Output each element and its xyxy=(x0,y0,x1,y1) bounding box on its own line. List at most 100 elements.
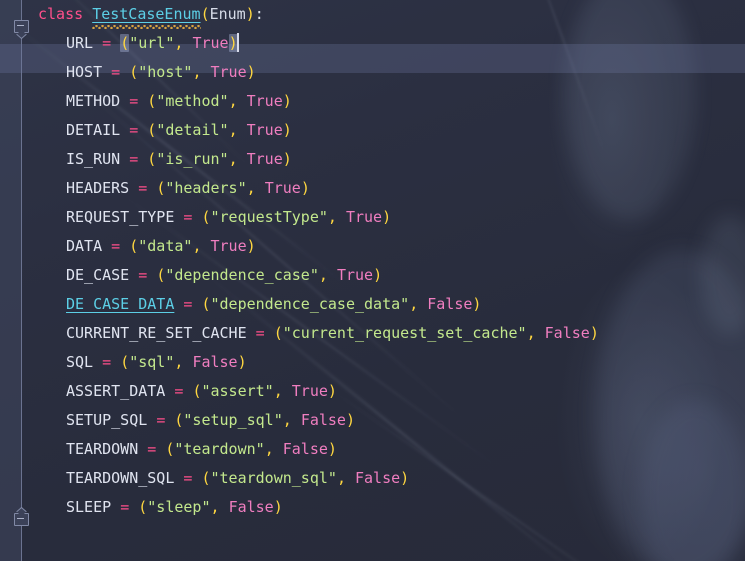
code-token: , xyxy=(336,469,346,487)
code-token: , xyxy=(273,382,283,400)
code-token: True xyxy=(291,382,328,400)
code-token: "teardown" xyxy=(174,440,265,458)
code-token: ) xyxy=(327,440,337,458)
code-token: True xyxy=(246,92,283,110)
code-token: ) xyxy=(382,208,392,226)
code-token: "dependence_case_data" xyxy=(210,295,410,313)
code-token: False xyxy=(228,498,274,516)
code-token: False xyxy=(355,469,401,487)
code-token: "requestType" xyxy=(210,208,328,226)
code-token: "method" xyxy=(156,92,229,110)
code-token: "detail" xyxy=(156,121,229,139)
code-token: SQL xyxy=(66,353,94,371)
code-line[interactable]: DE_CASE = ("dependence_case", True) xyxy=(0,261,745,290)
code-token: , xyxy=(327,208,337,226)
code-token: ( xyxy=(147,150,157,168)
code-token: = xyxy=(147,440,157,458)
code-token: ) xyxy=(245,5,255,23)
code-token: , xyxy=(228,121,238,139)
code-line[interactable]: TEARDOWN_SQL = ("teardown_sql", False) xyxy=(0,464,745,493)
code-line[interactable]: DETAIL = ("detail", True) xyxy=(0,116,745,145)
code-token: ) xyxy=(300,179,310,197)
code-token: , xyxy=(318,266,328,284)
code-token: ) xyxy=(327,382,337,400)
code-token: SETUP_SQL xyxy=(66,411,148,429)
code-line[interactable]: IS_RUN = ("is_run", True) xyxy=(0,145,745,174)
code-token: TEARDOWN_SQL xyxy=(66,469,175,487)
code-line[interactable]: METHOD = ("method", True) xyxy=(0,87,745,116)
code-token: = xyxy=(255,324,265,342)
code-token: "is_run" xyxy=(156,150,229,168)
code-token: = xyxy=(156,411,166,429)
code-token: , xyxy=(526,324,536,342)
code-token: "url" xyxy=(129,34,175,52)
code-token: "host" xyxy=(138,63,193,81)
code-line[interactable]: DE_CASE_DATA = ("dependence_case_data", … xyxy=(0,290,745,319)
code-line[interactable]: CURRENT_RE_SET_CACHE = ("current_request… xyxy=(0,319,745,348)
code-token: = xyxy=(138,179,148,197)
code-token: ( xyxy=(201,295,211,313)
code-token: DETAIL xyxy=(66,121,121,139)
code-token: , xyxy=(246,179,256,197)
code-token: REQUEST_TYPE xyxy=(66,208,175,226)
code-token: "sql" xyxy=(129,353,175,371)
code-line[interactable]: SLEEP = ("sleep", False) xyxy=(0,493,745,522)
code-token: SLEEP xyxy=(66,498,112,516)
code-line[interactable]: URL = ("url", True) xyxy=(0,29,745,58)
code-token: ) xyxy=(237,353,247,371)
identifier-link-token: DE_CASE_DATA xyxy=(66,295,175,313)
code-line[interactable]: SETUP_SQL = ("setup_sql", False) xyxy=(0,406,745,435)
code-token: class xyxy=(38,5,84,23)
code-line[interactable]: ASSERT_DATA = ("assert", True) xyxy=(0,377,745,406)
code-token: CURRENT_RE_SET_CACHE xyxy=(66,324,247,342)
code-token: ( xyxy=(273,324,283,342)
code-token: HEADERS xyxy=(66,179,130,197)
code-token: False xyxy=(544,324,590,342)
code-token: False xyxy=(282,440,328,458)
code-line[interactable]: SQL = ("sql", False) xyxy=(0,348,745,377)
code-token: True xyxy=(336,266,374,284)
code-token: False xyxy=(300,411,346,429)
code-token: ( xyxy=(138,498,148,516)
code-token: ( xyxy=(201,208,211,226)
code-token: ) xyxy=(345,411,355,429)
code-token: = xyxy=(111,63,121,81)
code-token: ) xyxy=(472,295,482,313)
code-token: ( xyxy=(129,237,139,255)
code-token: "sleep" xyxy=(147,498,211,516)
code-line[interactable]: HOST = ("host", True) xyxy=(0,58,745,87)
code-line[interactable]: HEADERS = ("headers", True) xyxy=(0,174,745,203)
code-token: True xyxy=(345,208,383,226)
code-content[interactable]: class TestCaseEnum(Enum): URL = ("url", T… xyxy=(0,0,745,561)
code-token: True xyxy=(192,34,229,52)
code-line[interactable]: class TestCaseEnum(Enum): xyxy=(0,0,745,29)
code-token: ( xyxy=(129,63,139,81)
code-token: , xyxy=(409,295,419,313)
code-line[interactable]: REQUEST_TYPE = ("requestType", True) xyxy=(0,203,745,232)
code-token: True xyxy=(246,150,283,168)
code-token: ) xyxy=(282,150,292,168)
code-token: "current_request_set_cache" xyxy=(282,324,527,342)
code-token: "setup_sql" xyxy=(183,411,283,429)
code-token: ) xyxy=(373,266,383,284)
code-line[interactable]: TEARDOWN = ("teardown", False) xyxy=(0,435,745,464)
class-name-token: TestCaseEnum xyxy=(92,5,201,23)
code-line[interactable]: DATA = ("data", True) xyxy=(0,232,745,261)
